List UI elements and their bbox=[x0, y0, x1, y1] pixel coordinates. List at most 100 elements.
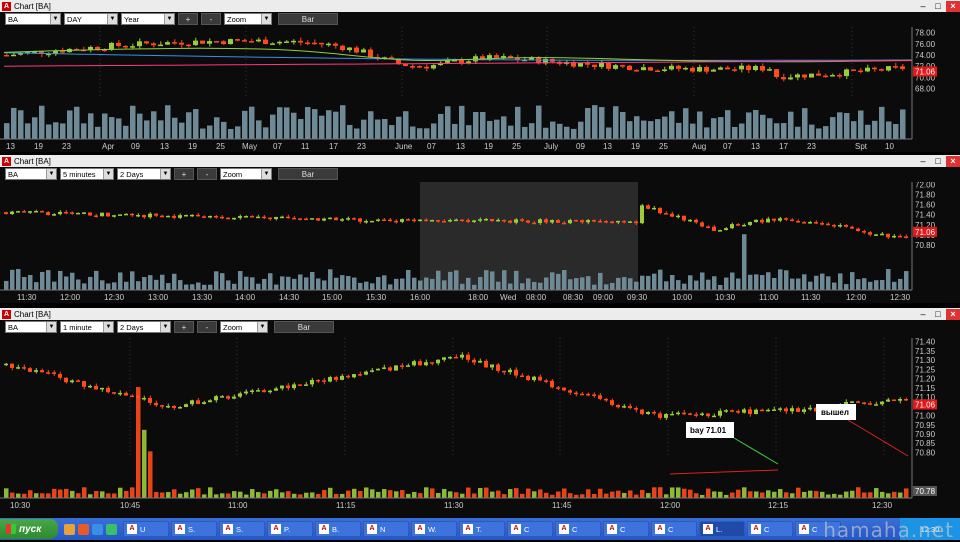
range-select[interactable]: 2 Days ▼ bbox=[117, 321, 171, 333]
taskbar-item-label: P. bbox=[284, 524, 291, 534]
window-titlebar[interactable]: A Chart [BA] – □ × bbox=[0, 155, 960, 167]
maximize-icon[interactable]: □ bbox=[931, 156, 945, 167]
taskbar-item[interactable]: AN bbox=[363, 521, 409, 537]
maximize-icon[interactable]: □ bbox=[931, 309, 945, 320]
taskbar-item[interactable]: AC bbox=[747, 521, 793, 537]
taskbar-item[interactable]: A L. bbox=[699, 521, 745, 537]
volume-bar bbox=[4, 280, 9, 290]
candle bbox=[430, 220, 434, 222]
close-icon[interactable]: × bbox=[946, 308, 960, 320]
interval-select[interactable]: DAY ▼ bbox=[64, 13, 118, 25]
zoom-select[interactable]: Zoom ▼ bbox=[224, 13, 272, 25]
candle bbox=[550, 380, 554, 388]
range-select[interactable]: 2 Days ▼ bbox=[117, 168, 171, 180]
range-select[interactable]: Year ▼ bbox=[121, 13, 175, 25]
window-title: Chart [BA] bbox=[14, 1, 51, 11]
price-chart-5min[interactable]: 72.0071.8071.6071.4071.2071.0070.8071.06… bbox=[0, 182, 960, 303]
chart-style-button[interactable]: Bar bbox=[278, 168, 338, 180]
maximize-icon[interactable]: □ bbox=[931, 1, 945, 12]
minimize-icon[interactable]: – bbox=[916, 309, 930, 320]
candle bbox=[862, 402, 866, 404]
zoom-out-button[interactable]: - bbox=[197, 321, 217, 333]
start-button[interactable]: пуск bbox=[0, 519, 58, 539]
candle bbox=[82, 381, 86, 387]
candle bbox=[568, 390, 572, 393]
taskbar-item[interactable]: A B. bbox=[315, 521, 361, 537]
candle bbox=[718, 230, 722, 232]
candle bbox=[436, 359, 440, 364]
taskbar-item-label: C bbox=[668, 524, 674, 534]
candle bbox=[291, 40, 296, 43]
close-icon[interactable]: × bbox=[946, 155, 960, 167]
candle bbox=[795, 74, 800, 78]
volume-bar bbox=[116, 118, 122, 139]
candle bbox=[417, 66, 422, 68]
taskbar-item[interactable]: A S. bbox=[219, 521, 265, 537]
taskbar-item[interactable]: A T. bbox=[459, 521, 505, 537]
zoom-select[interactable]: Zoom ▼ bbox=[220, 168, 272, 180]
taskbar-item[interactable]: AC bbox=[507, 521, 553, 537]
volume-bar bbox=[858, 110, 864, 139]
close-icon[interactable]: × bbox=[946, 0, 960, 12]
zoom-select[interactable]: Zoom ▼ bbox=[220, 321, 268, 333]
folder-icon[interactable] bbox=[64, 523, 75, 535]
symbol-select[interactable]: BA ▼ bbox=[5, 168, 57, 180]
zoom-out-button[interactable]: - bbox=[201, 13, 221, 25]
candle bbox=[760, 66, 765, 71]
taskbar-item[interactable]: AC bbox=[555, 521, 601, 537]
volume-bar bbox=[130, 105, 136, 139]
time-tick-label: 25 bbox=[659, 142, 668, 151]
candle bbox=[406, 219, 410, 221]
volume-bar bbox=[774, 123, 780, 139]
window-titlebar[interactable]: A Chart [BA] – □ × bbox=[0, 0, 960, 12]
volume-bar bbox=[67, 110, 73, 139]
taskbar-item[interactable]: AC bbox=[603, 521, 649, 537]
symbol-select[interactable]: BA ▼ bbox=[5, 13, 61, 25]
volume-bar bbox=[277, 107, 283, 139]
candle bbox=[706, 413, 710, 417]
symbol-select[interactable]: BA ▼ bbox=[5, 321, 57, 333]
chart-style-button[interactable]: Bar bbox=[278, 13, 338, 25]
volume-bar bbox=[748, 491, 753, 498]
volume-bar bbox=[466, 277, 471, 290]
minimize-icon[interactable]: – bbox=[916, 156, 930, 167]
minimize-icon[interactable]: – bbox=[916, 1, 930, 12]
volume-bar bbox=[406, 269, 411, 290]
candle bbox=[724, 228, 728, 231]
interval-select[interactable]: 1 minute ▼ bbox=[60, 321, 114, 333]
desktop-icon[interactable] bbox=[92, 523, 103, 535]
taskbar-item[interactable]: AU bbox=[123, 521, 169, 537]
price-chart-1min[interactable]: 71.4071.3571.3071.2571.2071.1571.1071.05… bbox=[0, 338, 960, 518]
volume-bar bbox=[64, 276, 69, 290]
price-chart-daily[interactable]: 78.0076.0074.0072.0070.0068.0071.0613192… bbox=[0, 27, 960, 152]
time-tick-label: 23 bbox=[62, 142, 71, 151]
chart-style-button[interactable]: Bar bbox=[274, 321, 334, 333]
candle bbox=[184, 214, 188, 217]
taskbar-item-label: C bbox=[812, 524, 818, 534]
taskbar-item[interactable]: A P. bbox=[267, 521, 313, 537]
candle bbox=[900, 66, 905, 69]
taskbar-item[interactable]: A S. bbox=[171, 521, 217, 537]
candle bbox=[532, 222, 536, 225]
zoom-in-button[interactable]: + bbox=[178, 13, 198, 25]
zoom-in-button[interactable]: + bbox=[174, 321, 194, 333]
taskbar-item[interactable]: A W. bbox=[411, 521, 457, 537]
zoom-out-button[interactable]: - bbox=[197, 168, 217, 180]
volume-bar bbox=[844, 491, 849, 498]
app-icon[interactable] bbox=[106, 523, 117, 535]
volume-bar bbox=[683, 108, 689, 139]
browser-icon[interactable] bbox=[78, 523, 89, 535]
candle bbox=[658, 413, 662, 418]
candle bbox=[851, 69, 856, 71]
zoom-in-button[interactable]: + bbox=[174, 168, 194, 180]
volume-bar bbox=[670, 275, 675, 290]
interval-select[interactable]: 5 minutes ▼ bbox=[60, 168, 114, 180]
window-titlebar[interactable]: A Chart [BA] – □ × bbox=[0, 308, 960, 320]
chevron-down-icon: ▼ bbox=[103, 169, 113, 179]
taskbar-item[interactable]: AC bbox=[651, 521, 697, 537]
candle bbox=[640, 205, 644, 224]
candle bbox=[484, 360, 488, 368]
candle bbox=[892, 235, 896, 238]
candle bbox=[388, 367, 392, 371]
volume-bar bbox=[412, 277, 417, 290]
